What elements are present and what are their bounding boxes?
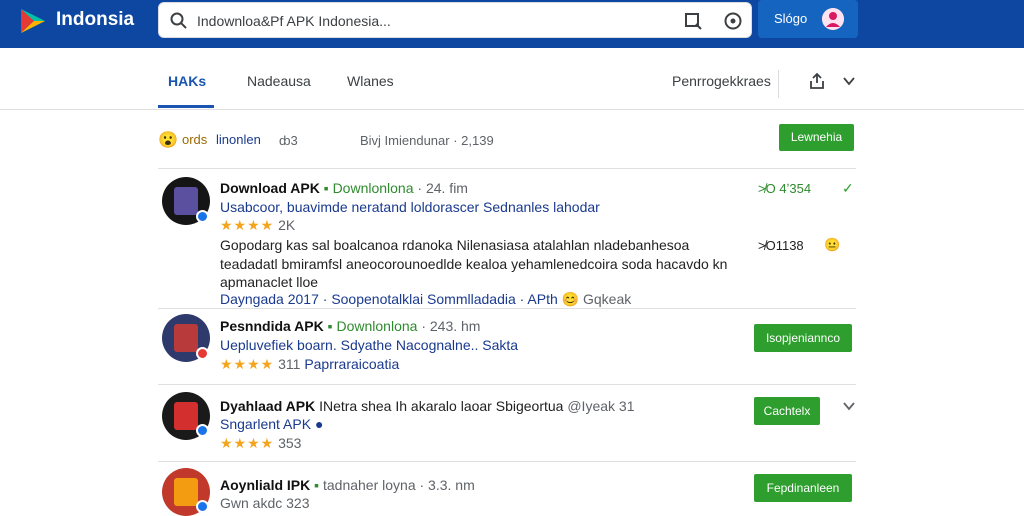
download-tag-icon: ▪: [323, 180, 329, 196]
item-text: INetra shea Ih akaralo laoar Sbigeortua: [319, 398, 564, 414]
item-subtitle[interactable]: Sngarlent APK ●: [220, 416, 323, 432]
tab-penrrogekkraes[interactable]: Penrrogekkraes: [672, 73, 771, 89]
search-input[interactable]: [197, 9, 677, 33]
item-title[interactable]: Download APK ▪ Downlonlona · 24. fim: [220, 180, 468, 196]
chevron-down-icon[interactable]: [842, 74, 856, 88]
user-avatar-icon: [822, 8, 844, 30]
download-tag: Downlonlona: [332, 180, 414, 196]
item-title-text: Aoynliald IPK: [220, 477, 311, 493]
rating-stars-icon: ★★★★: [220, 217, 275, 233]
item-description: teadadatl bmiramfsl aneocorounoedlde kea…: [220, 256, 728, 272]
filter-summary: Bivj Imiendunar · 2,139: [360, 133, 494, 148]
rating-row: ★★★★ 353: [220, 435, 301, 452]
item-subtitle[interactable]: Usabcoor, buavimde neratand loldorascer …: [220, 199, 600, 215]
app-thumbnail-icon: [174, 402, 198, 430]
footer-link[interactable]: Soopenotalklai Sommlladadia · APth: [331, 291, 557, 307]
filter-action-button[interactable]: Lewnehia: [779, 124, 854, 151]
rating-row: ★★★★ 2K: [220, 217, 295, 234]
item-description: Gopodarg kas sal boalcanoa rdanoka Nilen…: [220, 237, 690, 253]
rating-count: 2K: [278, 217, 296, 233]
tab-haks[interactable]: HAKs: [168, 73, 206, 89]
chevron-down-icon[interactable]: [842, 399, 856, 413]
verified-icon: [196, 424, 209, 437]
item-stat-emoji: 😐: [824, 237, 841, 252]
item-title-text: Pesnndida APK: [220, 318, 324, 334]
lens-icon[interactable]: [683, 11, 703, 31]
top-bar: Indonsia Slógo: [0, 0, 1024, 48]
item-title-text: Dyahlaad APK: [220, 398, 316, 414]
verified-icon: [196, 500, 209, 513]
tab-bar: HAKs Nadeausa Wlanes Penrrogekkraes: [0, 48, 1024, 110]
verified-icon: [196, 210, 209, 223]
footer-post: Gqkeak: [583, 291, 632, 307]
filter-bar: 😮 ords linonlen ȸ3 Bivj Imiendunar · 2,1…: [158, 120, 858, 160]
app-thumbnail-icon: [174, 187, 198, 215]
brand-name[interactable]: Indonsia: [56, 9, 134, 31]
item-subtitle-text: Gwn akdc: [220, 495, 283, 511]
sign-in-button[interactable]: Slógo: [758, 0, 858, 38]
rating-count: 353: [278, 435, 302, 451]
download-tag: Downlonlona: [336, 318, 418, 334]
face-icon: ●: [314, 416, 324, 432]
item-stat: ≯O 4ʼ354: [758, 181, 812, 196]
voice-search-icon[interactable]: [723, 11, 743, 31]
download-tag-icon: ▪: [314, 477, 320, 493]
rating-count: 323: [286, 495, 310, 511]
rating-row: ★★★★ 311 Paprraraicoatia: [220, 356, 399, 373]
item-title[interactable]: Dyahlaad APK INetra shea Ih akaralo laoa…: [220, 398, 634, 414]
item-title[interactable]: Pesnndida APK ▪ Downlonlona · 243. hm: [220, 318, 480, 334]
item-meta: · 243. hm: [421, 318, 481, 334]
check-icon: ✓: [842, 180, 854, 196]
item-title[interactable]: Aoynliald IPK ▪ tadnaher loyna · 3.3. nm: [220, 477, 475, 493]
item-meta: · 24. fim: [417, 180, 468, 196]
filter-count: ȸ3: [279, 133, 298, 148]
divider: [158, 384, 856, 385]
app-thumbnail-icon: [174, 478, 198, 506]
item-stat: ≯O1138: [758, 238, 804, 253]
item-action-button[interactable]: Cachtelx: [754, 397, 820, 425]
app-logo-icon[interactable]: [18, 6, 48, 36]
item-action-button[interactable]: Fepdinanleen: [754, 474, 852, 502]
item-meta: @Iyeak 31: [567, 398, 635, 414]
rating-stars-icon: ★★★★: [220, 356, 275, 372]
app-thumbnail-icon: [174, 324, 198, 352]
tab-nadeausa[interactable]: Nadeausa: [247, 73, 311, 89]
download-tag-icon: ▪: [327, 318, 333, 334]
divider: [778, 70, 779, 98]
filter-label-linonlen[interactable]: linonlen: [216, 132, 261, 147]
item-footer: Dayngada 2017 · Soopenotalklai Sommllada…: [220, 291, 631, 308]
footer-emoji: 😊: [561, 291, 580, 307]
sign-in-label: Slógo: [774, 11, 808, 26]
item-title-text: Download APK: [220, 180, 320, 196]
rating-count: 311: [278, 356, 301, 372]
rating-stars-icon: ★★★★: [220, 435, 275, 451]
item-description: apmanaclet lloe: [220, 274, 319, 290]
divider: [158, 168, 856, 169]
item-subtitle: Gwn akdc 323: [220, 495, 310, 511]
divider: [158, 461, 856, 462]
tab-wlanes[interactable]: Wlanes: [347, 73, 394, 89]
item-action-button[interactable]: Isopjeniannco: [754, 324, 852, 352]
filter-label-ords[interactable]: ords: [182, 132, 207, 147]
item-subtitle[interactable]: Uepluvefiek boarn. Sdyathe Nacognalne.. …: [220, 337, 518, 353]
verified-icon: [196, 347, 209, 360]
divider: [158, 308, 856, 309]
footer-date: Dayngada 2017 ·: [220, 291, 328, 307]
search-icon: [170, 12, 187, 29]
filter-emoji: 😮: [158, 132, 178, 149]
active-tab-indicator: [158, 105, 214, 108]
item-subtitle-text: Sngarlent APK: [220, 416, 312, 432]
item-meta: tadnaher loyna · 3.3. nm: [322, 477, 475, 493]
rating-text: Paprraraicoatia: [304, 356, 400, 372]
share-icon[interactable]: [808, 72, 826, 90]
search-box: [158, 2, 752, 38]
